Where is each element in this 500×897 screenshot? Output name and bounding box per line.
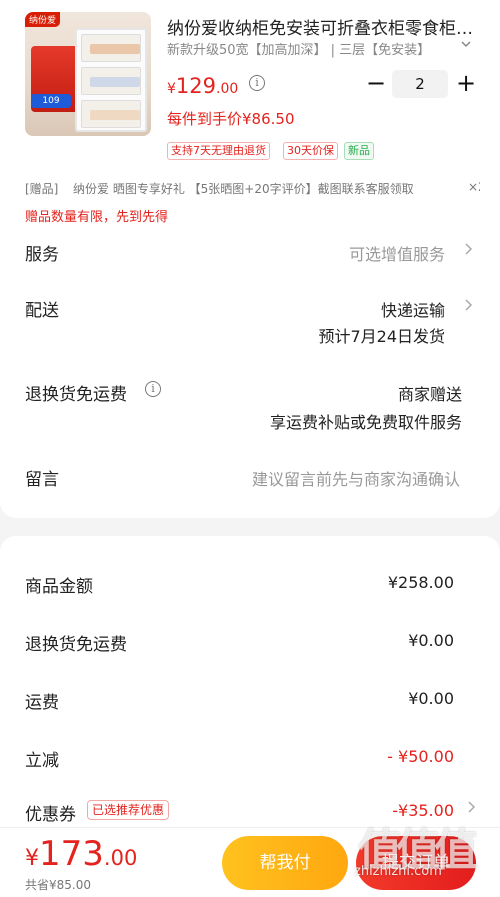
- price-info-icon[interactable]: i: [249, 75, 265, 91]
- return-fee-label: 退换货免运费: [25, 635, 127, 655]
- checkout-bar: ¥173.00 共省¥85.00 帮我付 提交订单: [0, 827, 500, 897]
- product-title[interactable]: 纳份爱收纳柜免安装可折叠衣柜零食柜玩具收纳箱: [167, 14, 477, 39]
- tag-new: 新品: [344, 142, 374, 160]
- message-input[interactable]: 建议留言前先与商家沟通确认: [252, 466, 460, 490]
- quantity-decrease-button[interactable]: −: [366, 71, 386, 96]
- per-item-final-price: 每件到手价¥86.50: [167, 110, 295, 128]
- return-value: 商家赠送: [397, 385, 462, 404]
- product-spec[interactable]: 新款升级50宽【加高加深】 | 三层【免安装】: [167, 39, 457, 58]
- coupon-value[interactable]: -¥35.00: [392, 801, 454, 820]
- discount-value: - ¥50.00: [387, 747, 454, 766]
- return-info-icon[interactable]: i: [145, 381, 161, 397]
- image-price-badge: 109: [31, 94, 71, 108]
- message-label: 留言: [25, 470, 59, 490]
- chevron-right-icon[interactable]: [463, 298, 473, 316]
- order-item-card: 纳份爱 109 纳份爱收纳柜免安装可折叠衣柜零食柜玩具收纳箱 新款升级50宽【加…: [0, 0, 500, 518]
- return-fee-value: ¥0.00: [408, 631, 454, 650]
- goods-amount-label: 商品金额: [25, 577, 93, 597]
- gift-note: 赠品数量有限，先到先得: [25, 210, 169, 225]
- return-sub: 享运费补贴或免费取件服务: [269, 413, 462, 432]
- return-fee-label: 退换货免运费: [25, 385, 127, 405]
- cabinet-illustration: [75, 28, 147, 132]
- unit-price: ¥129.00: [167, 74, 239, 98]
- gift-quantity: ×2: [468, 180, 480, 194]
- gift-row[interactable]: [赠品] 纳份爱 晒图专享好礼 【5张晒图+20字评价】截图联系客服领取 ×2: [25, 180, 480, 197]
- goods-amount-value: ¥258.00: [387, 573, 454, 592]
- quantity-input[interactable]: 2: [392, 70, 448, 98]
- coupon-label: 优惠券: [25, 805, 76, 825]
- gift-label: [赠品]: [25, 182, 59, 196]
- coupon-badge: 已选推荐优惠: [87, 800, 170, 820]
- product-image[interactable]: 纳份爱 109: [25, 12, 151, 136]
- chevron-right-icon[interactable]: [466, 800, 476, 818]
- total-price: ¥173.00: [25, 834, 138, 874]
- saved-amount: 共省¥85.00: [25, 878, 91, 892]
- submit-order-button[interactable]: 提交订单: [356, 836, 476, 890]
- discount-label: 立减: [25, 751, 59, 771]
- gift-text: 纳份爱 晒图专享好礼 【5张晒图+20字评价】截图联系客服领取: [73, 182, 414, 196]
- delivery-date: 预计7月24日发货: [318, 327, 445, 346]
- delivery-label: 配送: [25, 301, 59, 321]
- tag-7day-return: 支持7天无理由退货: [167, 142, 270, 160]
- image-brand-tag: 纳份爱: [25, 12, 61, 27]
- service-value[interactable]: 可选增值服务: [349, 241, 445, 265]
- help-pay-button[interactable]: 帮我付: [222, 836, 348, 890]
- tag-price-protect: 30天价保: [283, 142, 338, 160]
- service-label: 服务: [25, 245, 59, 265]
- quantity-increase-button[interactable]: +: [456, 71, 476, 97]
- shipping-label: 运费: [25, 693, 59, 713]
- chevron-down-icon[interactable]: [460, 38, 472, 54]
- shipping-value: ¥0.00: [408, 689, 454, 708]
- chevron-right-icon[interactable]: [463, 242, 473, 260]
- delivery-value[interactable]: 快递运输: [381, 297, 445, 321]
